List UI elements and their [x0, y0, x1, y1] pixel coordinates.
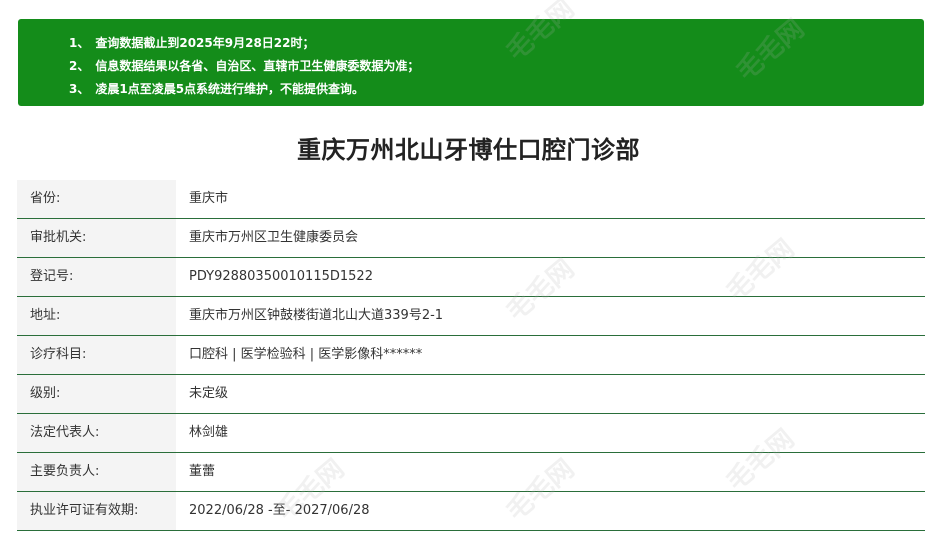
notice-text: 信息数据结果以各省、自治区、直辖市卫生健康委数据为准；	[95, 59, 420, 73]
page-title: 重庆万州北山牙博仕口腔门诊部	[297, 136, 640, 164]
table-row: 地址: 重庆市万州区钟鼓楼街道北山大道339号2-1	[17, 297, 925, 336]
row-label-level: 级别:	[17, 375, 176, 413]
row-value-principal: 董蕾	[189, 464, 216, 479]
table-row: 主要负责人: 董蕾	[17, 453, 925, 492]
notice-line-2: 2、 信息数据结果以各省、自治区、直辖市卫生健康委数据为准；	[69, 55, 924, 78]
notice-line-1: 1、 查询数据截止到2025年9月28日22时；	[69, 32, 924, 55]
row-label-departments: 诊疗科目:	[17, 336, 176, 374]
table-row: 级别: 未定级	[17, 375, 925, 414]
table-row: 诊疗科目: 口腔科 | 医学检验科 | 医学影像科******	[17, 336, 925, 375]
row-label-legal-rep: 法定代表人:	[17, 414, 176, 452]
page: 1、 查询数据截止到2025年9月28日22时； 2、 信息数据结果以各省、自治区、…	[0, 0, 937, 555]
row-value-registration: PDY92880350010115D1522	[189, 269, 373, 284]
row-value-level: 未定级	[189, 386, 229, 401]
notice-text: 查询数据截止到2025年9月28日22时；	[95, 36, 315, 50]
row-label-license-validity: 执业许可证有效期:	[17, 492, 176, 530]
notice-banner: 1、 查询数据截止到2025年9月28日22时； 2、 信息数据结果以各省、自治区、…	[18, 19, 924, 106]
notice-number: 3、	[69, 82, 90, 96]
row-label-registration: 登记号:	[17, 258, 176, 296]
row-label-authority: 审批机关:	[17, 219, 176, 257]
row-value-address: 重庆市万州区钟鼓楼街道北山大道339号2-1	[189, 308, 444, 323]
row-value-authority: 重庆市万州区卫生健康委员会	[189, 230, 359, 245]
notice-number: 2、	[69, 59, 90, 73]
notice-number: 1、	[69, 36, 90, 50]
notice-line-3: 3、 凌晨1点至凌晨5点系统进行维护，不能提供查询。	[69, 78, 924, 101]
table-row: 省份: 重庆市	[17, 180, 925, 219]
row-value-departments: 口腔科 | 医学检验科 | 医学影像科******	[189, 347, 423, 362]
info-table: 省份: 重庆市 审批机关: 重庆市万州区卫生健康委员会 登记号: PDY9288…	[17, 180, 925, 531]
row-label-address: 地址:	[17, 297, 176, 335]
notice-text: 凌晨1点至凌晨5点系统进行维护，不能提供查询。	[95, 82, 365, 96]
row-label-principal: 主要负责人:	[17, 453, 176, 491]
row-value-legal-rep: 林剑雄	[189, 425, 229, 440]
table-row: 法定代表人: 林剑雄	[17, 414, 925, 453]
table-row: 执业许可证有效期: 2022/06/28 -至- 2027/06/28	[17, 492, 925, 531]
row-value-license-validity: 2022/06/28 -至- 2027/06/28	[189, 503, 370, 518]
table-row: 审批机关: 重庆市万州区卫生健康委员会	[17, 219, 925, 258]
table-row: 登记号: PDY92880350010115D1522	[17, 258, 925, 297]
row-label-province: 省份:	[17, 180, 176, 218]
row-value-province: 重庆市	[189, 191, 229, 206]
